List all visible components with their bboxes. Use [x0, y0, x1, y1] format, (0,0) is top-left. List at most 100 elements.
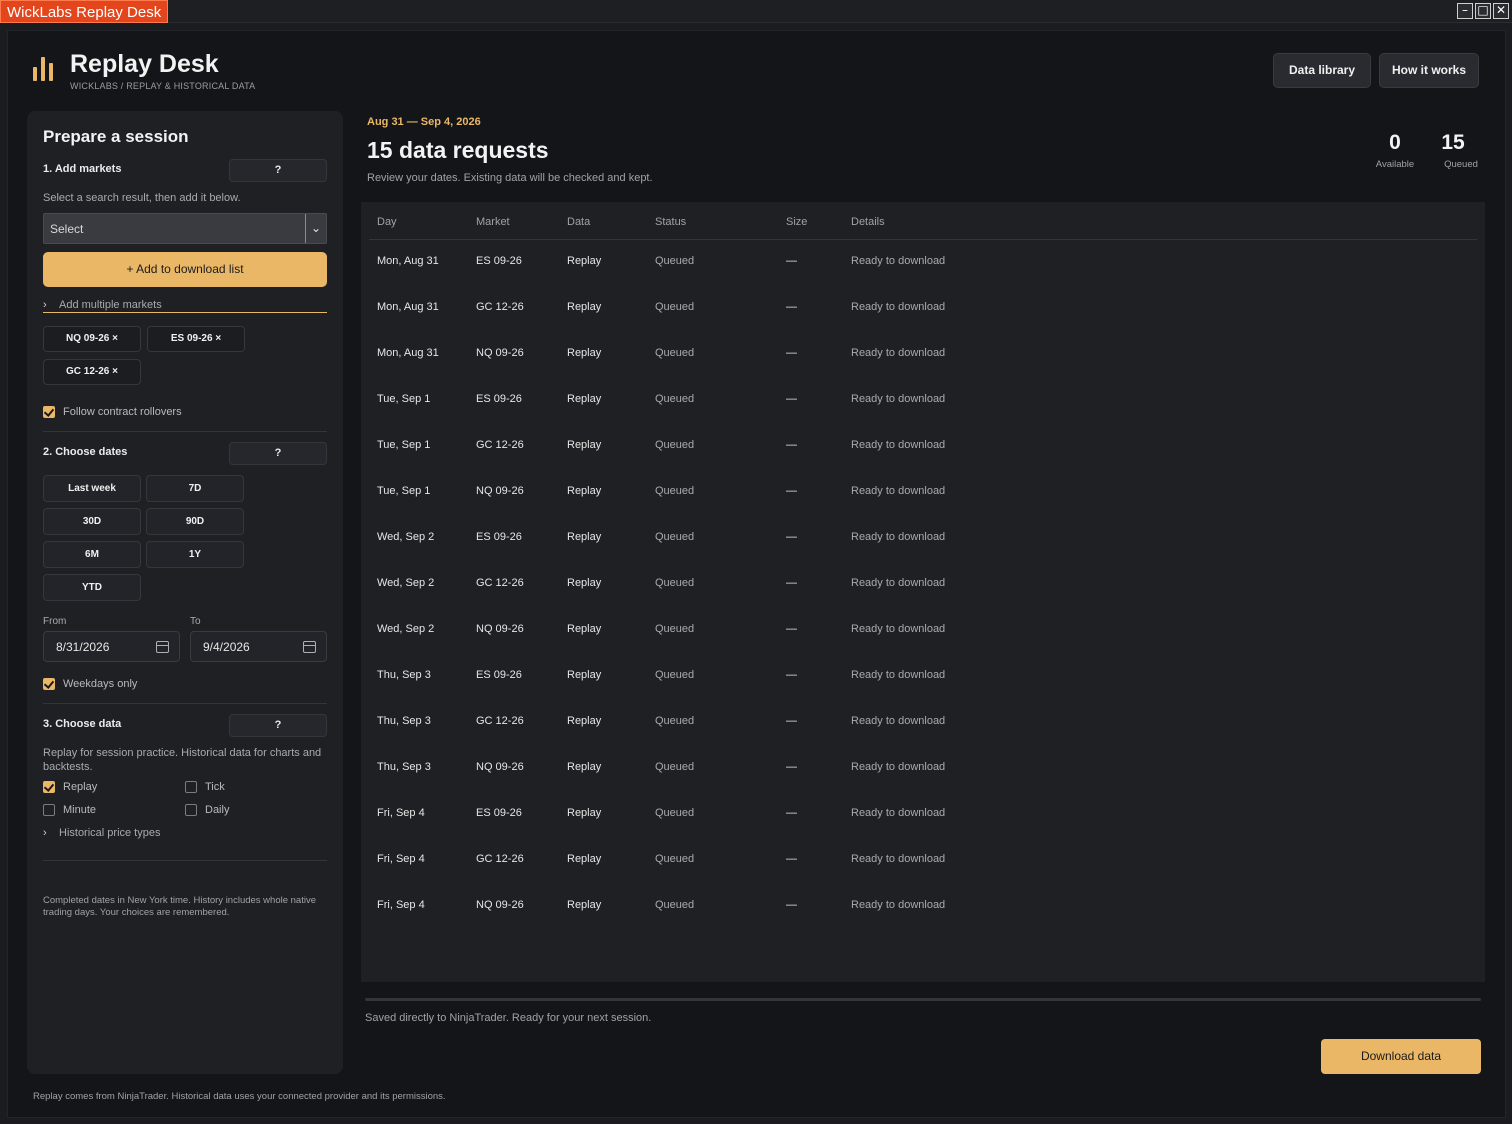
checkbox-unchecked-icon	[43, 804, 55, 816]
table-row[interactable]: Thu, Sep 3 ES 09-26 Replay Queued — Ready to …	[361, 654, 1485, 700]
cell-day: Fri, Sep 4	[377, 899, 425, 911]
cell-data: Replay	[567, 347, 602, 359]
window-controls: – □ ✕	[1457, 3, 1509, 19]
dates-help-button[interactable]: ?	[229, 442, 327, 465]
from-date-field[interactable]: 8/31/2026	[43, 631, 180, 662]
calendar-icon[interactable]	[156, 641, 169, 653]
table-row[interactable]: Wed, Sep 2 NQ 09-26 Replay Queued — Ready to …	[361, 608, 1485, 654]
preset-1y-button[interactable]: 1Y	[146, 541, 244, 568]
cell-status: Queued	[655, 577, 695, 589]
minute-checkbox[interactable]: Minute	[43, 802, 96, 818]
table-row[interactable]: Fri, Sep 4 NQ 09-26 Replay Queued — Ready to …	[361, 884, 1485, 930]
column-header-day[interactable]: Day	[377, 216, 397, 228]
data-help-button[interactable]: ?	[229, 714, 327, 737]
cell-size: —	[786, 531, 797, 543]
table-row[interactable]: Fri, Sep 4 GC 12-26 Replay Queued — Ready to …	[361, 838, 1485, 884]
cell-size: —	[786, 761, 797, 773]
how-it-works-button[interactable]: How it works	[1379, 53, 1479, 88]
markets-help-button[interactable]: ?	[229, 159, 327, 182]
cell-market: NQ 09-26	[476, 899, 524, 911]
historical-price-types-toggle[interactable]: › Historical price types	[43, 827, 160, 839]
cell-size: —	[786, 393, 797, 405]
weekdays-only-checkbox[interactable]: Weekdays only	[43, 676, 137, 692]
cell-market: ES 09-26	[476, 255, 522, 267]
column-header-status[interactable]: Status	[655, 216, 686, 228]
table-row[interactable]: Mon, Aug 31 ES 09-26 Replay Queued — Ready to…	[361, 240, 1485, 286]
column-header-details[interactable]: Details	[851, 216, 885, 228]
chevron-right-icon: ›	[43, 827, 47, 839]
cell-day: Thu, Sep 3	[377, 669, 431, 681]
table-row[interactable]: Mon, Aug 31 GC 12-26 Replay Queued — Ready to…	[361, 286, 1485, 332]
calendar-icon[interactable]	[303, 641, 316, 653]
table-row[interactable]: Wed, Sep 2 ES 09-26 Replay Queued — Ready to …	[361, 516, 1485, 562]
cell-day: Fri, Sep 4	[377, 807, 425, 819]
cell-data: Replay	[567, 623, 602, 635]
preset-6m-button[interactable]: 6M	[43, 541, 141, 568]
table-row[interactable]: Tue, Sep 1 GC 12-26 Replay Queued — Ready to …	[361, 424, 1485, 470]
table-row[interactable]: Thu, Sep 3 GC 12-26 Replay Queued — Ready to …	[361, 700, 1485, 746]
preset-7d-button[interactable]: 7D	[146, 475, 244, 502]
cell-size: —	[786, 301, 797, 313]
replay-checkbox[interactable]: Replay	[43, 779, 97, 795]
cell-market: GC 12-26	[476, 853, 524, 865]
cell-data: Replay	[567, 439, 602, 451]
cell-market: ES 09-26	[476, 531, 522, 543]
from-label: From	[43, 616, 67, 627]
follow-rollovers-checkbox[interactable]: Follow contract rollovers	[43, 404, 182, 420]
market-chip-gc[interactable]: GC 12-26 ×	[43, 359, 141, 385]
preset-last-week-button[interactable]: Last week	[43, 475, 141, 502]
cell-status: Queued	[655, 715, 695, 727]
cell-details: Ready to download	[851, 531, 946, 543]
preset-ytd-button[interactable]: YTD	[43, 574, 141, 601]
maximize-icon[interactable]: □	[1475, 3, 1491, 19]
table-row[interactable]: Mon, Aug 31 NQ 09-26 Replay Queued — Ready to…	[361, 332, 1485, 378]
cell-data: Replay	[567, 577, 602, 589]
requests-subtitle: Review your dates. Existing data will be…	[367, 172, 653, 184]
column-header-size[interactable]: Size	[786, 216, 807, 228]
table-row[interactable]: Fri, Sep 4 ES 09-26 Replay Queued — Ready to …	[361, 792, 1485, 838]
add-to-download-list-button[interactable]: + Add to download list	[43, 252, 327, 287]
cell-status: Queued	[655, 623, 695, 635]
cell-details: Ready to download	[851, 347, 946, 359]
add-multiple-markets-label: Add multiple markets	[59, 299, 162, 311]
market-chip-es[interactable]: ES 09-26 ×	[147, 326, 245, 352]
download-data-button[interactable]: Download data	[1321, 1039, 1481, 1074]
minimize-icon[interactable]: –	[1457, 3, 1473, 19]
cell-data: Replay	[567, 761, 602, 773]
table-row[interactable]: Thu, Sep 3 NQ 09-26 Replay Queued — Ready to …	[361, 746, 1485, 792]
table-row[interactable]: Tue, Sep 1 ES 09-26 Replay Queued — Ready to …	[361, 378, 1485, 424]
cell-market: GC 12-26	[476, 577, 524, 589]
market-select-value: Select	[50, 222, 84, 236]
to-date-field[interactable]: 9/4/2026	[190, 631, 327, 662]
chevron-right-icon: ›	[43, 299, 47, 311]
cell-market: NQ 09-26	[476, 761, 524, 773]
to-label: To	[190, 616, 201, 627]
cell-size: —	[786, 485, 797, 497]
add-multiple-markets-toggle[interactable]: › Add multiple markets	[43, 299, 162, 311]
cell-data: Replay	[567, 531, 602, 543]
cell-day: Mon, Aug 31	[377, 301, 439, 313]
tick-checkbox[interactable]: Tick	[185, 779, 225, 795]
market-select[interactable]: Select ⌄	[43, 213, 327, 244]
market-chip-nq[interactable]: NQ 09-26 ×	[43, 326, 141, 352]
cell-market: ES 09-26	[476, 669, 522, 681]
table-row[interactable]: Tue, Sep 1 NQ 09-26 Replay Queued — Ready to …	[361, 470, 1485, 516]
data-library-button[interactable]: Data library	[1273, 53, 1371, 88]
column-header-market[interactable]: Market	[476, 216, 510, 228]
preset-90d-button[interactable]: 90D	[146, 508, 244, 535]
cell-data: Replay	[567, 807, 602, 819]
to-date-value: 9/4/2026	[203, 640, 250, 654]
cell-status: Queued	[655, 301, 695, 313]
close-icon[interactable]: ✕	[1493, 3, 1509, 19]
cell-size: —	[786, 715, 797, 727]
preset-30d-button[interactable]: 30D	[43, 508, 141, 535]
table-row[interactable]: Wed, Sep 2 GC 12-26 Replay Queued — Ready to …	[361, 562, 1485, 608]
cell-market: NQ 09-26	[476, 347, 524, 359]
daily-checkbox[interactable]: Daily	[185, 802, 229, 818]
column-header-data[interactable]: Data	[567, 216, 590, 228]
chevron-down-icon[interactable]: ⌄	[305, 214, 326, 243]
cell-market: ES 09-26	[476, 807, 522, 819]
brand-logo-icon	[33, 57, 55, 81]
cell-details: Ready to download	[851, 623, 946, 635]
download-progress-bar	[365, 998, 1481, 1001]
